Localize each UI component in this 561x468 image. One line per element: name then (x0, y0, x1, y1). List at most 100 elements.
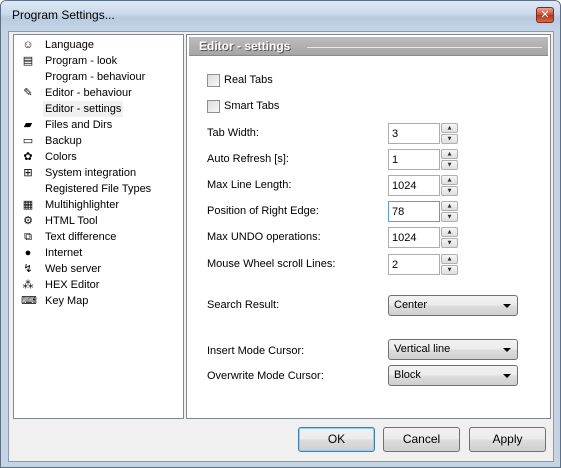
spin-down-icon[interactable]: ▼ (441, 160, 458, 170)
max-line-length-label: Max Line Length: (207, 179, 292, 191)
tree-item-text-difference[interactable]: ⧉ Text difference (14, 229, 183, 245)
auto-refresh-label: Auto Refresh [s]: (207, 153, 289, 165)
spin-down-icon[interactable]: ▼ (441, 265, 458, 275)
apply-button[interactable]: Apply (469, 427, 546, 452)
right-edge-label: Position of Right Edge: (207, 205, 319, 217)
tree-item-html-tool[interactable]: ⚙ HTML Tool (14, 213, 183, 229)
compare-icon: ⧉ (24, 231, 32, 243)
panel-header: Editor - settings (189, 37, 548, 56)
settings-panel: Editor - settings Real Tabs Smart Tabs T… (186, 34, 551, 419)
tree-item-system-integration[interactable]: ⊞ System integration (14, 165, 183, 181)
max-line-length-spinner[interactable]: ▲ ▼ (441, 175, 458, 196)
chevron-down-icon (503, 348, 511, 352)
tree-item-label: Language (45, 39, 94, 51)
tree-item-multihighlighter[interactable]: ▦ Multihighlighter (14, 197, 183, 213)
tab-width-spinner[interactable]: ▲ ▼ (441, 123, 458, 144)
settings-category-tree[interactable]: ☺ Language ▤ Program - look Program - behavi… (13, 34, 184, 419)
spin-down-icon[interactable]: ▼ (441, 186, 458, 196)
editor-icon: ✎ (23, 87, 33, 99)
chevron-down-icon (503, 304, 511, 308)
spin-down-icon[interactable]: ▼ (441, 134, 458, 144)
smart-tabs-label: Smart Tabs (224, 100, 280, 112)
tree-item-registered-file-types[interactable]: Registered File Types (14, 181, 183, 197)
tree-item-program-look[interactable]: ▤ Program - look (14, 53, 183, 69)
spin-down-icon[interactable]: ▼ (441, 238, 458, 248)
tree-item-label: Editor - behaviour (45, 87, 132, 99)
tab-width-input[interactable] (388, 123, 440, 144)
tree-item-internet[interactable]: ● Internet (14, 245, 183, 261)
smart-tabs-checkbox[interactable] (207, 100, 220, 113)
ok-button[interactable]: OK (298, 427, 375, 452)
tree-item-program-behaviour[interactable]: Program - behaviour (14, 69, 183, 85)
palette-icon: ✿ (23, 151, 33, 163)
tree-item-key-map[interactable]: ⌨ Key Map (14, 293, 183, 309)
program-settings-window: Program Settings... ✕ ☺ Language ▤ Program … (0, 0, 561, 468)
overwrite-cursor-dropdown[interactable]: Block (388, 365, 518, 386)
window-title: Program Settings... (12, 8, 115, 22)
spin-up-icon[interactable]: ▲ (441, 201, 458, 211)
title-bar[interactable]: Program Settings... ✕ (1, 1, 560, 31)
insert-cursor-value: Vertical line (394, 343, 451, 355)
tree-item-hex-editor[interactable]: ⁂ HEX Editor (14, 277, 183, 293)
wheel-lines-spinner[interactable]: ▲ ▼ (441, 254, 458, 275)
wheel-lines-label: Mouse Wheel scroll Lines: (207, 258, 336, 270)
right-edge-spinner[interactable]: ▲ ▼ (441, 201, 458, 222)
tree-item-colors[interactable]: ✿ Colors (14, 149, 183, 165)
tree-item-editor-behaviour[interactable]: ✎ Editor - behaviour (14, 85, 183, 101)
wheel-lines-input[interactable] (388, 254, 440, 275)
max-undo-input[interactable] (388, 227, 440, 248)
windows-logo-icon: ⊞ (23, 167, 33, 179)
spin-up-icon[interactable]: ▲ (441, 175, 458, 185)
real-tabs-checkbox[interactable] (207, 74, 220, 87)
spin-up-icon[interactable]: ▲ (441, 123, 458, 133)
spin-up-icon[interactable]: ▲ (441, 254, 458, 264)
tree-item-label: Colors (45, 151, 77, 163)
right-edge-input[interactable] (388, 201, 440, 222)
tree-item-label: Program - look (45, 55, 118, 67)
tree-item-label: HEX Editor (45, 279, 100, 291)
tree-item-label: HTML Tool (45, 215, 98, 227)
server-icon: ↯ (23, 263, 33, 275)
insert-cursor-dropdown[interactable]: Vertical line (388, 339, 518, 360)
tree-item-language[interactable]: ☺ Language (14, 37, 183, 53)
tree-item-web-server[interactable]: ↯ Web server (14, 261, 183, 277)
tree-item-label: Internet (45, 247, 83, 259)
tree-item-label: Files and Dirs (45, 119, 113, 131)
highlighter-icon: ▦ (22, 199, 34, 211)
dialog-client-area: ☺ Language ▤ Program - look Program - behavi… (8, 31, 554, 462)
language-icon: ☺ (22, 39, 34, 51)
overwrite-cursor-value: Block (394, 369, 421, 381)
auto-refresh-spinner[interactable]: ▲ ▼ (441, 149, 458, 170)
tree-item-label: Registered File Types (45, 183, 152, 195)
spin-up-icon[interactable]: ▲ (441, 149, 458, 159)
spin-up-icon[interactable]: ▲ (441, 227, 458, 237)
tree-item-label: System integration (45, 167, 137, 179)
chevron-down-icon (503, 374, 511, 378)
search-result-value: Center (394, 299, 428, 311)
hex-icon: ⁂ (22, 279, 34, 291)
window-icon: ▤ (22, 55, 34, 67)
tree-item-label: Key Map (45, 295, 89, 307)
max-undo-spinner[interactable]: ▲ ▼ (441, 227, 458, 248)
cancel-button[interactable]: Cancel (383, 427, 460, 452)
tab-width-label: Tab Width: (207, 127, 259, 139)
tree-item-label: Editor - settings (43, 101, 124, 117)
keyboard-icon: ⌨ (21, 295, 37, 307)
tree-item-label: Backup (45, 135, 82, 147)
insert-cursor-label: Insert Mode Cursor: (207, 345, 305, 357)
search-result-dropdown[interactable]: Center (388, 295, 518, 316)
max-line-length-input[interactable] (388, 175, 440, 196)
search-result-label: Search Result: (207, 299, 280, 311)
overwrite-cursor-label: Overwrite Mode Cursor: (207, 370, 324, 382)
folder-icon: ▰ (23, 119, 33, 131)
max-undo-label: Max UNDO operations: (207, 231, 321, 243)
real-tabs-label: Real Tabs (224, 74, 273, 86)
tree-item-backup[interactable]: ▭ Backup (14, 133, 183, 149)
tree-item-label: Web server (45, 263, 102, 275)
auto-refresh-input[interactable] (388, 149, 440, 170)
tree-item-files-and-dirs[interactable]: ▰ Files and Dirs (14, 117, 183, 133)
tree-item-editor-settings[interactable]: Editor - settings (14, 101, 183, 117)
close-icon[interactable]: ✕ (536, 7, 554, 23)
spin-down-icon[interactable]: ▼ (441, 212, 458, 222)
gears-icon: ⚙ (23, 215, 33, 227)
